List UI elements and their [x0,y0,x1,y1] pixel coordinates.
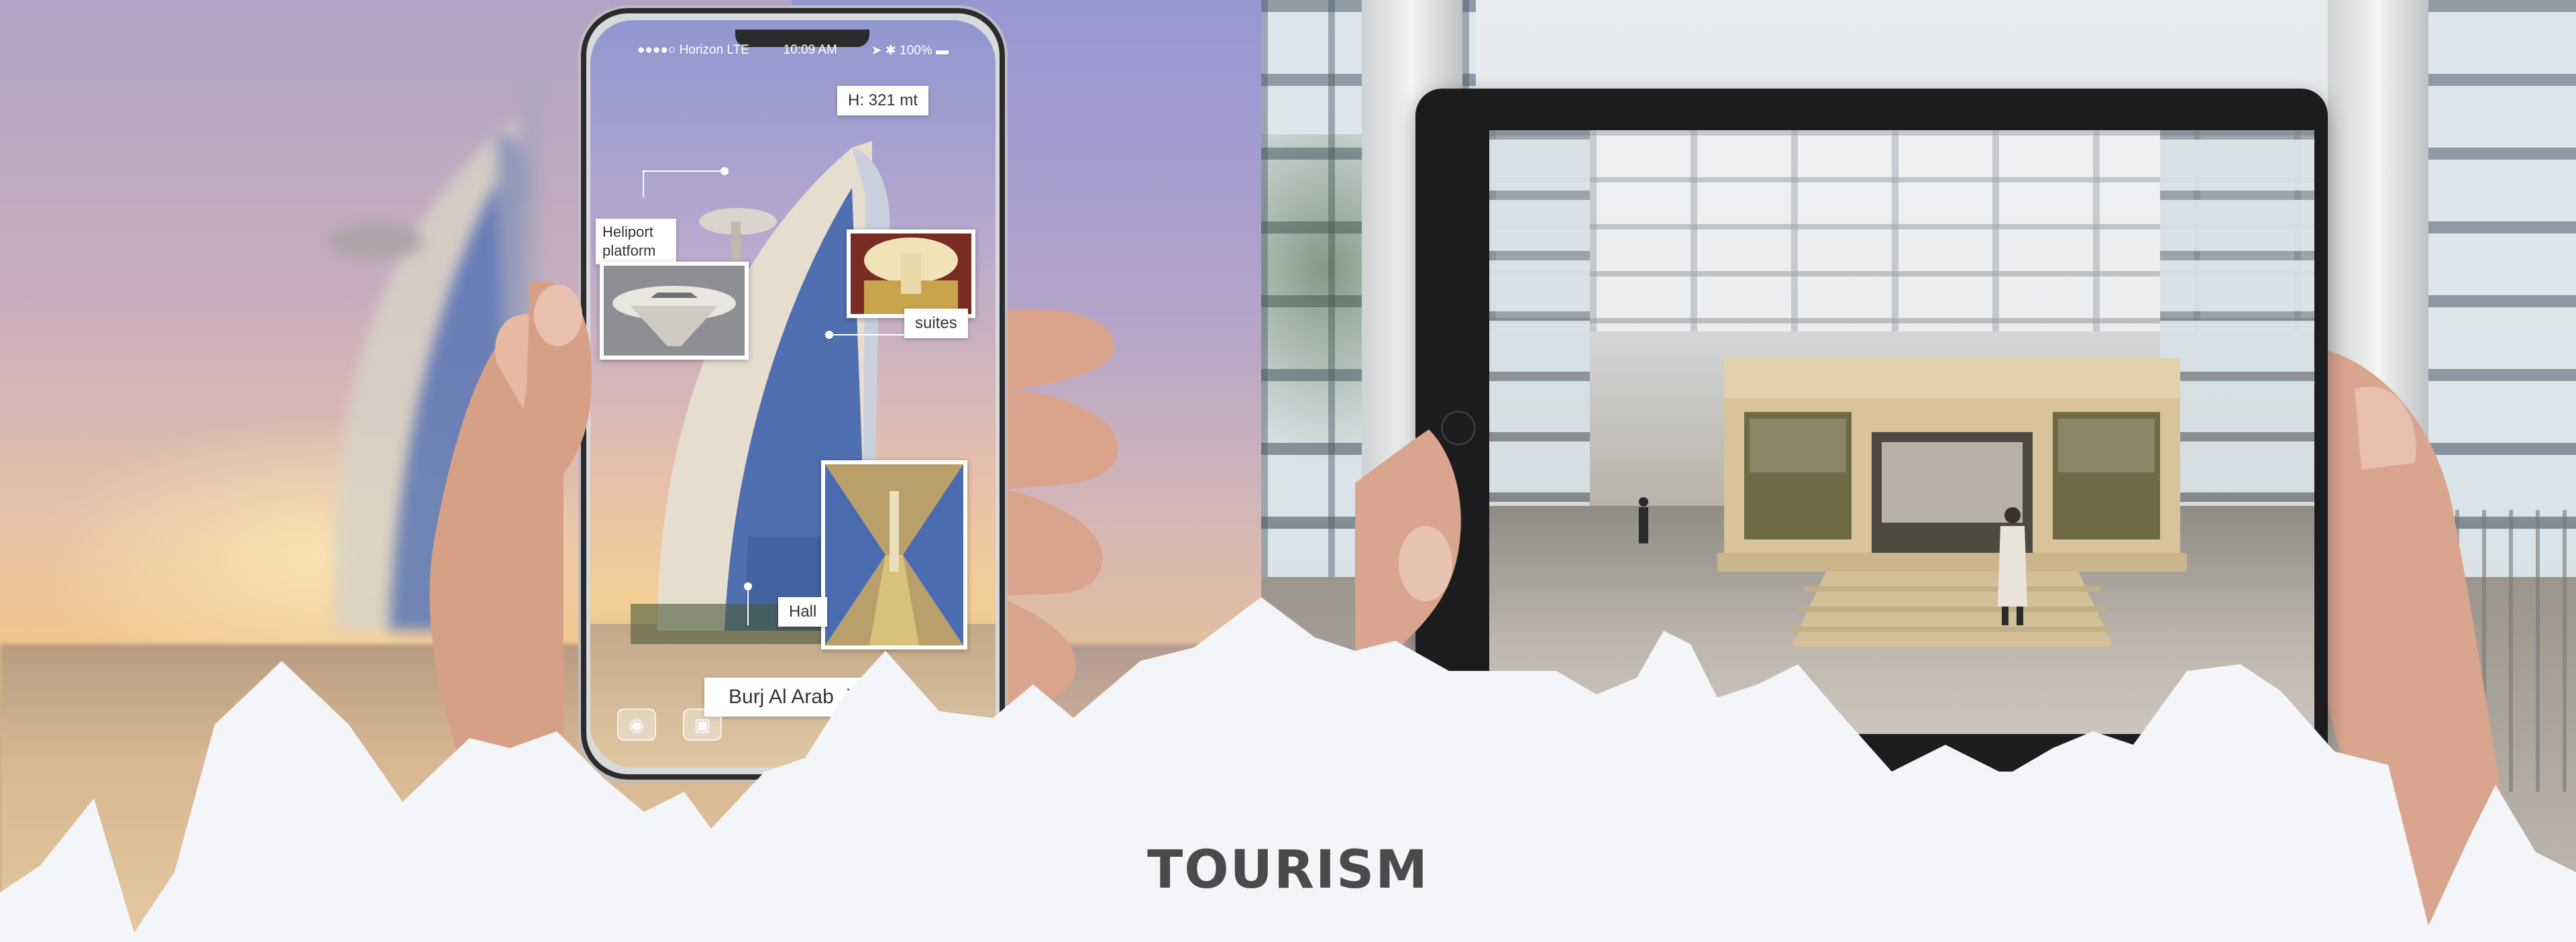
section-title: TOURISM [1147,840,1429,900]
mountain-silhouette-divider [0,597,2576,942]
